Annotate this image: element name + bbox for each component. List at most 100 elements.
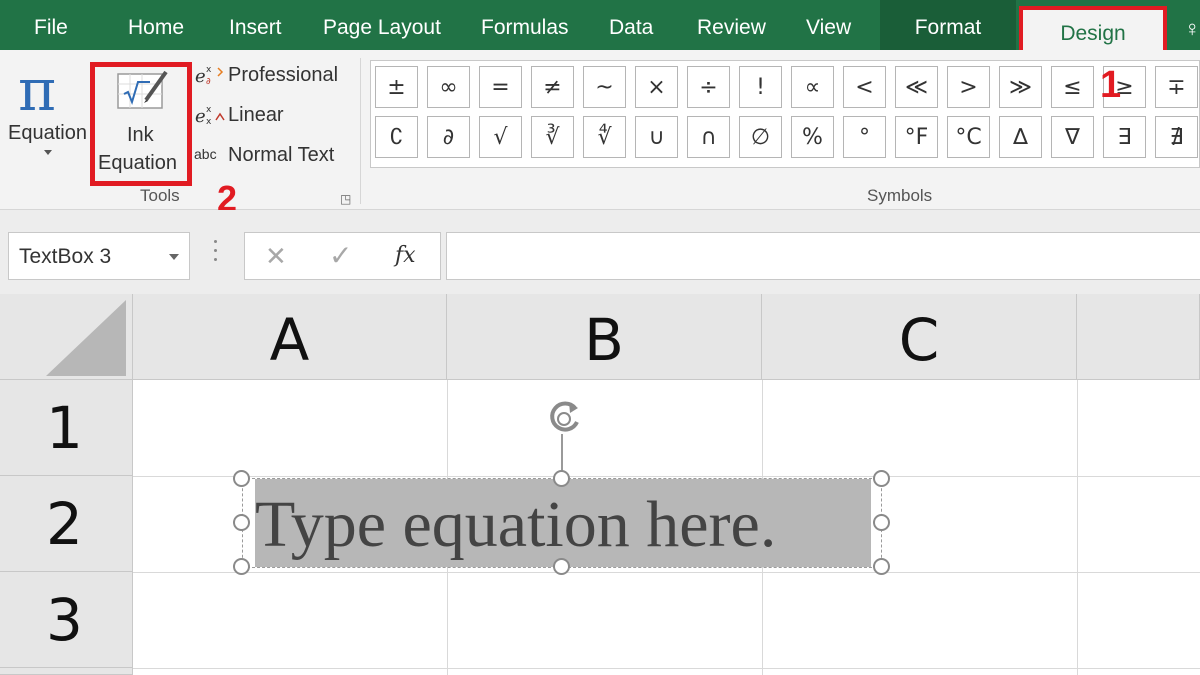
column-header-d[interactable] (1077, 294, 1200, 380)
cancel-icon[interactable]: ✕ (265, 241, 287, 272)
svg-text:e: e (195, 66, 206, 87)
symbol-button[interactable]: ° (843, 116, 886, 158)
dialog-launcher-icon[interactable]: ◳ (340, 192, 351, 206)
symbol-button[interactable]: ≪ (895, 66, 938, 108)
select-all-corner[interactable] (0, 294, 133, 380)
resize-handle-top-left[interactable] (233, 470, 250, 487)
tab-page-layout[interactable]: Page Layout (323, 0, 441, 50)
equation-text-box[interactable]: Type equation here. (242, 478, 882, 568)
formula-bar: TextBox 3 ✕ ✓ fx (0, 210, 1200, 294)
svg-text:x: x (206, 105, 212, 115)
resize-handle-right[interactable] (873, 514, 890, 531)
professional-option[interactable]: e x ∂ Professional (194, 60, 338, 90)
symbol-button[interactable]: ÷ (687, 66, 730, 108)
name-box[interactable]: TextBox 3 (8, 232, 190, 280)
symbol-button[interactable]: ∜ (583, 116, 626, 158)
symbol-button[interactable]: ∇ (1051, 116, 1094, 158)
pi-icon[interactable]: π (18, 58, 56, 122)
tell-me-icon[interactable]: ♀ (1184, 16, 1200, 40)
tab-formulas[interactable]: Formulas (481, 0, 569, 50)
name-box-value: TextBox 3 (19, 245, 112, 268)
normal-text-icon: abc (194, 146, 217, 162)
symbol-button[interactable]: ∁ (375, 116, 418, 158)
resize-handle-top-right[interactable] (873, 470, 890, 487)
column-header-c[interactable]: C (762, 294, 1077, 380)
formula-buttons: ✕ ✓ fx (244, 232, 441, 280)
symbol-button[interactable]: ∂ (427, 116, 470, 158)
symbol-button[interactable]: ≠ (531, 66, 574, 108)
tools-group-label: Tools (140, 186, 180, 205)
svg-text:e: e (195, 106, 206, 127)
equation-placeholder-text[interactable]: Type equation here. (255, 483, 871, 567)
rotate-handle-stem (561, 434, 563, 472)
symbol-button[interactable]: ∞ (427, 66, 470, 108)
normal-text-label: Normal Text (228, 143, 335, 166)
linear-option[interactable]: e x x Linear (194, 100, 284, 130)
tab-file[interactable]: File (34, 0, 68, 50)
symbol-button[interactable]: % (791, 116, 834, 158)
symbols-row-1: ± ∞ = ≠ ~ × ÷! ∝ < ≪ > ≫ ≤ ≥ ∓ (375, 66, 1199, 108)
symbol-button[interactable]: ∄ (1155, 116, 1198, 158)
formula-input[interactable] (446, 232, 1200, 280)
tab-format[interactable]: Format (880, 0, 1016, 50)
row-header-2[interactable]: 2 (0, 476, 133, 572)
symbols-group-label: Symbols (867, 186, 933, 205)
linear-label: Linear (228, 103, 284, 126)
ribbon-design: π Equation Ink Equation e x ∂ Profession… (0, 50, 1200, 210)
resize-handle-left[interactable] (233, 514, 250, 531)
symbol-button[interactable]: ∩ (687, 116, 730, 158)
professional-label: Professional (228, 63, 339, 86)
symbol-button[interactable]: ∃ (1103, 116, 1146, 158)
symbol-button[interactable]: ∝ (791, 66, 834, 108)
fx-icon[interactable]: fx (395, 243, 416, 268)
resize-handle-top[interactable] (553, 470, 570, 487)
equation-dropdown-chevron-icon[interactable] (44, 150, 52, 155)
ink-equation-label-line1[interactable]: Ink (127, 124, 154, 147)
row-header-3[interactable]: 3 (0, 572, 133, 668)
symbol-button[interactable]: ! (739, 66, 782, 108)
resize-handle-bottom-right[interactable] (873, 558, 890, 575)
ribbon-tab-bar: File Home Insert Page Layout Formulas Da… (0, 0, 1200, 58)
resize-handle-bottom[interactable] (553, 558, 570, 575)
name-box-chevron-icon[interactable] (169, 254, 179, 260)
enter-icon[interactable]: ✓ (329, 239, 352, 272)
symbol-button[interactable]: < (843, 66, 886, 108)
tab-review[interactable]: Review (697, 0, 766, 50)
linear-icon: e x x (195, 105, 225, 127)
symbol-button[interactable]: ∅ (739, 116, 782, 158)
symbol-button[interactable]: ≫ (999, 66, 1042, 108)
professional-icon: e x ∂ (195, 65, 224, 87)
symbol-button[interactable]: °C (947, 116, 990, 158)
annotation-marker-1: 1 (1100, 64, 1122, 106)
row-header-1[interactable]: 1 (0, 380, 133, 476)
resize-handle-bottom-left[interactable] (233, 558, 250, 575)
tab-home[interactable]: Home (128, 0, 184, 50)
tab-view[interactable]: View (806, 0, 851, 50)
normal-text-option[interactable]: abc Normal Text (194, 140, 334, 170)
row-header-4[interactable] (0, 668, 133, 675)
grid-line (133, 572, 1200, 573)
symbol-button[interactable]: × (635, 66, 678, 108)
rotate-handle-icon[interactable] (544, 398, 586, 438)
symbols-gallery: ± ∞ = ≠ ~ × ÷! ∝ < ≪ > ≫ ≤ ≥ ∓ ∁ ∂ √ ∛ ∜ ∪ ∩ ∅% ° °F °C ∆ ∇ ∃ ∄ (370, 60, 1200, 168)
ink-equation-label-line2[interactable]: Equation (98, 152, 177, 175)
symbol-button[interactable]: > (947, 66, 990, 108)
column-header-a[interactable]: A (133, 294, 447, 380)
symbol-button[interactable]: °F (895, 116, 938, 158)
tab-insert[interactable]: Insert (229, 0, 282, 50)
symbol-button[interactable]: ± (375, 66, 418, 108)
tab-data[interactable]: Data (609, 0, 653, 50)
column-header-b[interactable]: B (447, 294, 762, 380)
grip-handle-icon[interactable] (214, 240, 218, 270)
symbol-button[interactable]: ~ (583, 66, 626, 108)
symbol-button[interactable]: ∆ (999, 116, 1042, 158)
grid-line (133, 476, 1200, 477)
symbol-button[interactable]: = (479, 66, 522, 108)
symbol-button[interactable]: ∪ (635, 116, 678, 158)
ink-equation-icon[interactable] (116, 70, 168, 112)
symbol-button[interactable]: √ (479, 116, 522, 158)
symbol-button[interactable]: ∓ (1155, 66, 1198, 108)
symbol-button[interactable]: ≤ (1051, 66, 1094, 108)
symbol-button[interactable]: ∛ (531, 116, 574, 158)
equation-button-label[interactable]: Equation (8, 122, 87, 145)
